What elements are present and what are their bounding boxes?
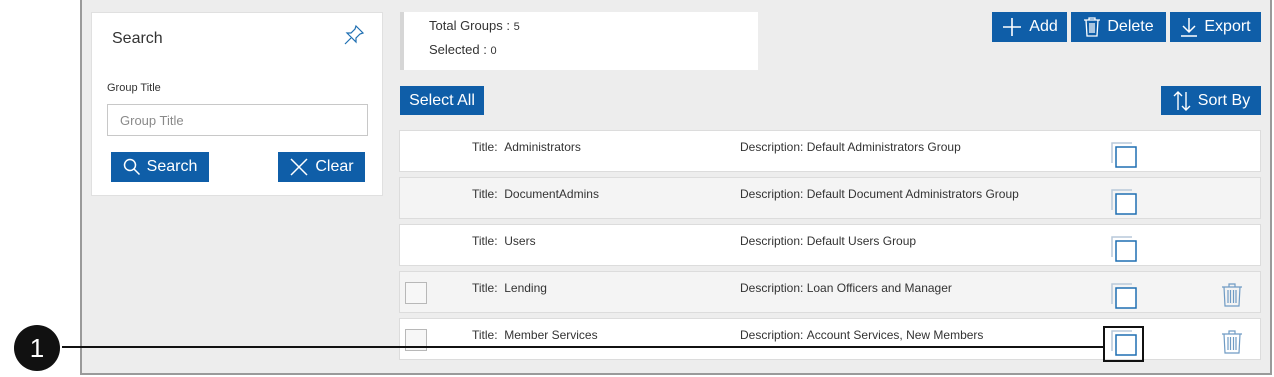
row-description: Description: Default Document Administra…: [740, 187, 1019, 201]
description-label: Description:: [740, 328, 804, 342]
group-row[interactable]: Title: Administrators Description: Defau…: [399, 130, 1261, 172]
callout-leader-line: [62, 346, 1104, 348]
row-title: Title: Lending: [472, 281, 547, 295]
search-button-label: Search: [146, 158, 198, 175]
search-button[interactable]: Search: [111, 152, 209, 182]
description-label: Description:: [740, 281, 804, 295]
description-label: Description:: [740, 187, 804, 201]
trash-icon[interactable]: [1220, 282, 1244, 308]
clear-button-label: Clear: [315, 158, 354, 175]
search-icon: [123, 158, 140, 176]
group-title-label: Group Title: [107, 82, 161, 94]
row-checkbox[interactable]: [405, 282, 427, 304]
description-label: Description:: [740, 140, 804, 154]
description-value: Loan Officers and Manager: [806, 281, 952, 295]
description-value: Default Administrators Group: [806, 140, 961, 154]
export-button[interactable]: Export: [1170, 12, 1261, 42]
selected-value: 0: [490, 45, 497, 57]
summary-box: Total Groups : 5 Selected : 0: [400, 12, 758, 70]
search-panel-title: Search: [112, 30, 163, 47]
title-label: Title:: [472, 234, 498, 248]
total-groups: Total Groups : 5: [429, 18, 520, 33]
close-icon: [290, 158, 308, 176]
title-value: Member Services: [504, 328, 598, 342]
title-value: DocumentAdmins: [504, 187, 599, 201]
row-title: Title: Member Services: [472, 328, 598, 342]
copy-icon[interactable]: [1110, 235, 1140, 263]
row-title: Title: Administrators: [472, 140, 581, 154]
description-value: Default Document Administrators Group: [806, 187, 1019, 201]
search-panel: Search Group Title Search Clear: [91, 12, 383, 196]
select-all-label: Select All: [409, 91, 475, 109]
title-value: Administrators: [504, 140, 581, 154]
export-button-label: Export: [1204, 18, 1251, 35]
sort-icon: [1173, 90, 1191, 111]
trash-icon[interactable]: [1220, 329, 1244, 355]
copy-icon[interactable]: [1110, 282, 1140, 310]
sort-by-button[interactable]: Sort By: [1161, 86, 1261, 115]
download-icon: [1181, 18, 1198, 37]
description-label: Description:: [740, 234, 804, 248]
title-label: Title:: [472, 328, 498, 342]
title-label: Title:: [472, 281, 498, 295]
add-button[interactable]: Add: [992, 12, 1067, 42]
row-description: Description: Loan Officers and Manager: [740, 281, 952, 295]
group-title-input[interactable]: [107, 104, 368, 136]
pin-icon[interactable]: [342, 23, 366, 47]
title-value: Users: [504, 234, 536, 248]
row-description: Description: Default Users Group: [740, 234, 916, 248]
sort-by-label: Sort By: [1197, 91, 1251, 109]
row-description: Description: Default Administrators Grou…: [740, 140, 961, 154]
select-all-button[interactable]: Select All: [400, 86, 484, 115]
clear-button[interactable]: Clear: [278, 152, 365, 182]
selected-label: Selected :: [429, 42, 487, 57]
callout-number-badge: 1: [14, 325, 60, 371]
description-value: Default Users Group: [806, 234, 917, 248]
title-label: Title:: [472, 187, 498, 201]
row-description: Description: Account Services, New Membe…: [740, 328, 983, 342]
delete-button[interactable]: Delete: [1071, 12, 1166, 42]
callout-highlight-box: [1103, 326, 1144, 362]
title-value: Lending: [504, 281, 547, 295]
row-title: Title: DocumentAdmins: [472, 187, 599, 201]
trash-icon: [1084, 17, 1101, 37]
delete-button-label: Delete: [1107, 18, 1154, 35]
total-groups-value: 5: [513, 21, 520, 33]
add-button-label: Add: [1029, 18, 1058, 35]
group-row[interactable]: Title: DocumentAdmins Description: Defau…: [399, 177, 1261, 219]
title-label: Title:: [472, 140, 498, 154]
group-row[interactable]: Title: Lending Description: Loan Officer…: [399, 271, 1261, 313]
total-groups-label: Total Groups :: [429, 18, 510, 33]
selected-count: Selected : 0: [429, 42, 497, 57]
copy-icon[interactable]: [1110, 141, 1140, 169]
group-row[interactable]: Title: Users Description: Default Users …: [399, 224, 1261, 266]
row-title: Title: Users: [472, 234, 536, 248]
copy-icon[interactable]: [1110, 188, 1140, 216]
plus-icon: [1003, 18, 1022, 36]
description-value: Account Services, New Members: [806, 328, 984, 342]
